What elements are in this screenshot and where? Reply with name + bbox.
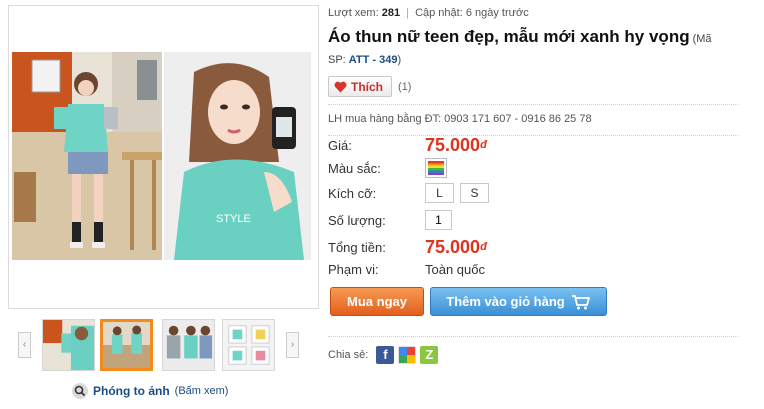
thumbnail-next-arrow[interactable]: › — [286, 332, 299, 358]
product-code-prefix: (Mã — [692, 33, 712, 45]
share-label: Chia sẻ: — [328, 349, 369, 361]
product-title: Áo thun nữ teen đẹp, mẫu mới xanh hy vọn… — [328, 27, 690, 46]
like-label: Thích — [351, 79, 383, 94]
meta-separator: | — [406, 7, 409, 19]
thumbnail-3[interactable] — [162, 319, 215, 371]
size-option-l[interactable]: L — [425, 183, 454, 203]
title-line: Áo thun nữ teen đẹp, mẫu mới xanh hy vọn… — [328, 27, 758, 47]
main-product-image[interactable]: STYLE — [8, 5, 319, 309]
color-label: Màu sắc: — [328, 160, 381, 176]
thumbnail-strip: ‹ › — [18, 318, 299, 372]
color-swatch-multicolor[interactable] — [425, 158, 447, 178]
price-label: Giá: — [328, 137, 352, 153]
cart-icon — [571, 294, 590, 309]
zoom-image-link[interactable]: Phóng to ảnh — [93, 384, 170, 398]
total-row: Tổng tiền: 75.000đ — [328, 236, 487, 258]
price-row: Giá: 75.000đ — [328, 134, 487, 156]
total-value: 75.000đ — [425, 236, 487, 257]
add-to-cart-label: Thêm vào giỏ hàng — [446, 294, 565, 309]
buy-now-button[interactable]: Mua ngay — [330, 287, 424, 316]
like-button[interactable]: Thích — [328, 76, 392, 97]
heart-icon — [334, 81, 347, 92]
zoom-hint[interactable]: (Bấm xem) — [175, 385, 229, 397]
svg-text:STYLE: STYLE — [216, 213, 251, 225]
price-value: 75.000đ — [425, 134, 487, 155]
product-photo-full-body — [12, 52, 162, 260]
product-code-suffix: ) — [397, 54, 402, 66]
share-row: Chia sẻ: f Z — [328, 346, 439, 364]
size-option-s[interactable]: S — [460, 183, 489, 203]
scope-row: Phạm vi: Toàn quốc — [328, 258, 485, 280]
zing-me-icon[interactable]: Z — [420, 346, 439, 364]
thumbnail-4[interactable] — [222, 319, 275, 371]
contact-phone: LH mua hàng bằng ĐT: 0903 171 607 - 0916… — [328, 113, 592, 125]
magnifier-icon — [72, 383, 88, 399]
facebook-icon[interactable]: f — [376, 346, 395, 364]
product-code-value: ATT - 349 — [348, 54, 398, 66]
thumbnail-1[interactable] — [42, 319, 95, 371]
views-label: Lượt xem: — [328, 7, 379, 19]
total-label: Tổng tiền: — [328, 239, 386, 255]
product-photo-close-up: STYLE — [164, 52, 311, 260]
size-label: Kích cỡ: — [328, 185, 377, 201]
google-plus-icon[interactable] — [398, 346, 417, 364]
divider — [328, 104, 738, 105]
thumbnail-prev-arrow[interactable]: ‹ — [18, 332, 31, 358]
like-count: (1) — [398, 80, 412, 93]
zoom-row: Phóng to ảnh (Bấm xem) — [72, 382, 228, 400]
add-to-cart-button[interactable]: Thêm vào giỏ hàng — [430, 287, 607, 316]
updated-text: Cập nhật: 6 ngày trước — [415, 7, 529, 19]
color-row: Màu sắc: — [328, 157, 447, 179]
meta-row: Lượt xem: 281 | Cập nhật: 6 ngày trước — [328, 7, 529, 19]
thumbnail-2-selected[interactable] — [100, 319, 153, 371]
quantity-label: Số lượng: — [328, 212, 386, 228]
scope-value: Toàn quốc — [425, 261, 485, 277]
divider — [328, 336, 738, 337]
product-code-line: SP: ATT - 349) — [328, 54, 401, 66]
views-count: 281 — [381, 7, 401, 19]
scope-label: Phạm vi: — [328, 261, 379, 277]
quantity-row: Số lượng: — [328, 209, 452, 231]
quantity-input[interactable] — [425, 210, 452, 230]
size-row: Kích cỡ: L S — [328, 182, 495, 204]
like-row: Thích (1) — [328, 76, 411, 97]
product-code-label: SP: — [328, 54, 346, 66]
